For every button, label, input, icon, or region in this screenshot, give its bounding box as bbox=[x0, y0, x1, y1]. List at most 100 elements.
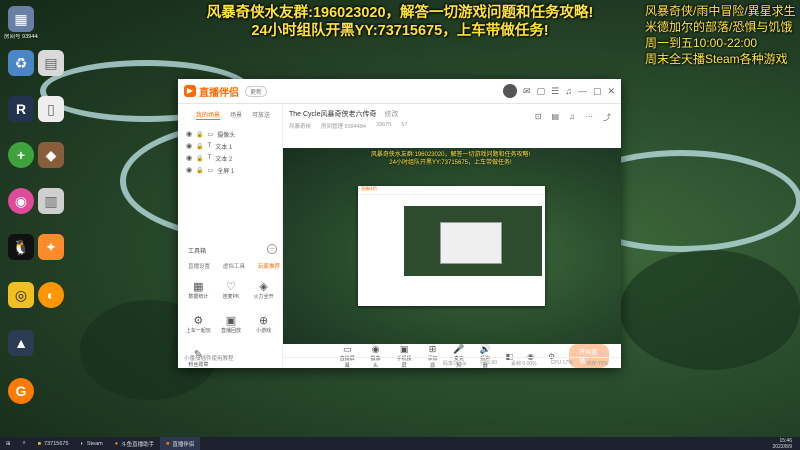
lock-icon[interactable]: 🔒 bbox=[196, 155, 203, 162]
live-tool-icon: ◐ bbox=[38, 282, 64, 308]
minimize-icon[interactable]: — bbox=[578, 86, 587, 96]
scene-label: 文本 1 bbox=[215, 144, 233, 151]
box-icon[interactable]: ▢ bbox=[537, 86, 546, 97]
desktop-icon-file[interactable]: ▤ bbox=[34, 50, 68, 76]
tab-my-scenes[interactable]: 我的场景 bbox=[196, 110, 221, 120]
desktop-icon-ggame[interactable]: G bbox=[4, 378, 38, 404]
tool-data-stats[interactable]: ▦ 数据统计 bbox=[182, 280, 215, 300]
desktop-icon-colorful[interactable]: ◉ bbox=[4, 188, 38, 214]
desktop-icon-qq[interactable]: 🐧 bbox=[4, 234, 38, 260]
calendar-icon[interactable]: ▤ bbox=[551, 112, 559, 123]
nested-dialog bbox=[440, 222, 502, 264]
window-titlebar[interactable]: ▶ 直播伴侣 更新 ✉ ▢ ☰ ♫ — ▢ ✕ bbox=[178, 79, 621, 104]
taskbar: ⊞ ⌕ ■ 73715675 ◐ Steam ● 斗鱼直播助手 ■ 直播伴侣 15:46… bbox=[0, 437, 800, 450]
gift-icon[interactable]: ⊡ bbox=[535, 112, 542, 123]
tool-carpool[interactable]: ⚙ 上车一起玩 bbox=[182, 314, 215, 334]
plugin-tutorial-link[interactable]: 小番茄插件使用教程 bbox=[184, 354, 234, 362]
avatar[interactable] bbox=[503, 84, 518, 98]
update-badge[interactable]: 更新 bbox=[245, 85, 268, 97]
taskbar-item[interactable]: ■ 73715675 bbox=[32, 437, 75, 450]
triangle-app-icon: ▲ bbox=[8, 330, 34, 356]
desktop-icon-steam[interactable]: ▲ bbox=[4, 330, 38, 356]
live-companion-window[interactable]: ▶ 直播伴侣 更新 ✉ ▢ ☰ ♫ — ▢ ✕ 我的场景 场景 可放送 ◉ 🔒 ▭ 摄… bbox=[178, 79, 621, 369]
douyu-icon: ● bbox=[114, 440, 119, 447]
desktop-icon-yy[interactable]: ◎ bbox=[4, 282, 38, 308]
desktop-icon-label: 房间号 9394484 bbox=[4, 34, 38, 40]
desktop-icon-recycle[interactable]: ♻ bbox=[4, 50, 38, 76]
desktop-icon-list[interactable]: ▥ bbox=[34, 188, 68, 214]
dropped-frames: 丢帧:0.00% bbox=[511, 360, 537, 367]
desktop-icon-game[interactable]: ◆ bbox=[34, 142, 68, 168]
toolbox-collapse-icon[interactable]: – bbox=[267, 244, 277, 254]
nested-preview bbox=[404, 206, 542, 276]
stream-overlay-top: 风暴奇侠水友群:196023020，解答一切游戏问题和任务攻略! 24小时组队开… bbox=[195, 4, 605, 40]
taskbar-item[interactable]: ◐ Steam bbox=[75, 437, 109, 450]
tab-virtual-tools[interactable]: 虚拟工具 bbox=[223, 262, 245, 270]
tool-label: 直播回放 bbox=[220, 328, 241, 334]
maximize-icon[interactable]: ▢ bbox=[593, 86, 602, 97]
tab-live-settings[interactable]: 直播设置 bbox=[188, 262, 210, 270]
companion-icon: ■ bbox=[166, 440, 170, 447]
orange-app-icon: ✦ bbox=[38, 234, 64, 260]
edit-title-link[interactable]: 修改 bbox=[384, 111, 398, 118]
tab-scenes[interactable]: 场景 bbox=[230, 110, 242, 120]
cpu-usage: CPU:17% bbox=[550, 360, 573, 366]
overlay-right-2: 米德加尔的部落/恐惧与饥饿 bbox=[645, 20, 793, 34]
g-app-icon: G bbox=[8, 378, 34, 404]
scene-label: 文本 2 bbox=[215, 156, 233, 163]
speaker-icon: 🔊 bbox=[479, 343, 491, 354]
camera-icon: ◉ bbox=[371, 343, 380, 354]
scene-item[interactable]: ◉ 🔒 ▭ 全屏 1 bbox=[178, 164, 282, 176]
lock-icon[interactable]: 🔒 bbox=[196, 143, 203, 150]
eye-icon[interactable]: ◉ bbox=[186, 154, 192, 162]
scene-item[interactable]: ◉ 🔒 T 文本 1 bbox=[178, 140, 282, 152]
close-icon[interactable]: ✕ bbox=[607, 86, 615, 97]
r-app-icon: R bbox=[8, 96, 34, 122]
desktop-icon-room[interactable]: ▦ 房间号 9394484 bbox=[4, 6, 38, 41]
game-icon: ◆ bbox=[38, 142, 64, 168]
bell-icon[interactable]: ♫ bbox=[569, 112, 575, 123]
bell-icon[interactable]: ♫ bbox=[565, 86, 572, 96]
taskbar-label: 73715675 bbox=[44, 440, 69, 447]
clock-date: 2022/8/9 bbox=[772, 443, 792, 450]
lock-icon[interactable]: 🔒 bbox=[196, 167, 203, 174]
more-icon[interactable]: ⋯ bbox=[585, 112, 593, 123]
taskbar-item[interactable]: ■ 直播伴侣 bbox=[160, 437, 201, 450]
search-icon[interactable]: ⌕ bbox=[17, 437, 32, 450]
yy-icon: ◎ bbox=[8, 282, 34, 308]
share-icon[interactable]: ⤴ bbox=[603, 112, 611, 123]
desktop-icon-livetool[interactable]: ◐ bbox=[34, 282, 68, 308]
tool-fire[interactable]: ◈ 火力全开 bbox=[247, 280, 280, 300]
tab-recommended[interactable]: 玩家推荐 bbox=[258, 262, 280, 270]
preview-overlay-2: 24小时组队开黑YY:73715675，上车带做任务! bbox=[389, 160, 512, 166]
titlebar-controls: ✉ ▢ ☰ ♫ — ▢ ✕ bbox=[503, 84, 615, 98]
eye-icon[interactable]: ◉ bbox=[186, 130, 192, 138]
green-plus-icon: + bbox=[8, 142, 34, 168]
category[interactable]: 风暴奇侠 bbox=[289, 122, 311, 130]
scene-item[interactable]: ◉ 🔒 ▭ 摄像头 bbox=[178, 128, 282, 140]
tab-broadcast[interactable]: 可放送 bbox=[252, 110, 270, 120]
tool-minigame[interactable]: ⊕ 小游戏 bbox=[247, 314, 280, 334]
stream-preview[interactable]: 风暴奇侠水友群:196023020，解答一切游戏问题和任务攻略! 24小时组队开… bbox=[283, 148, 621, 344]
mail-icon[interactable]: ✉ bbox=[523, 86, 531, 97]
eye-icon[interactable]: ◉ bbox=[186, 166, 192, 174]
taskbar-item[interactable]: ● 斗鱼直播助手 bbox=[109, 437, 160, 450]
overlay-right-4: 周末全天播Steam各种游戏 bbox=[645, 52, 788, 66]
desktop-icon-orange-app[interactable]: ✦ bbox=[34, 234, 68, 260]
tool-replay[interactable]: ▣ 直播回放 bbox=[215, 314, 248, 334]
start-button[interactable]: ⊞ bbox=[0, 437, 17, 450]
scene-item[interactable]: ◉ 🔒 T 文本 2 bbox=[178, 152, 282, 164]
document-icon: ▤ bbox=[38, 50, 64, 76]
desktop-icon-doc[interactable]: ▯ bbox=[34, 96, 68, 122]
eye-icon[interactable]: ◉ bbox=[186, 142, 192, 150]
desktop-icon-r-app[interactable]: R bbox=[4, 96, 38, 122]
desktop-icon-green-plus[interactable]: + bbox=[4, 142, 38, 168]
system-clock[interactable]: 15:46 2022/8/9 bbox=[773, 438, 800, 450]
room-manage[interactable]: 房间管理 9394484 bbox=[321, 122, 366, 130]
list-icon[interactable]: ☰ bbox=[551, 86, 559, 97]
yy-icon: ■ bbox=[37, 440, 42, 447]
lock-icon[interactable]: 🔒 bbox=[196, 131, 203, 138]
tool-pk[interactable]: ♡ 连麦PK bbox=[215, 280, 248, 300]
logo-icon: ▶ bbox=[184, 85, 196, 97]
scene-tabs: 我的场景 场景 可放送 bbox=[178, 104, 282, 120]
